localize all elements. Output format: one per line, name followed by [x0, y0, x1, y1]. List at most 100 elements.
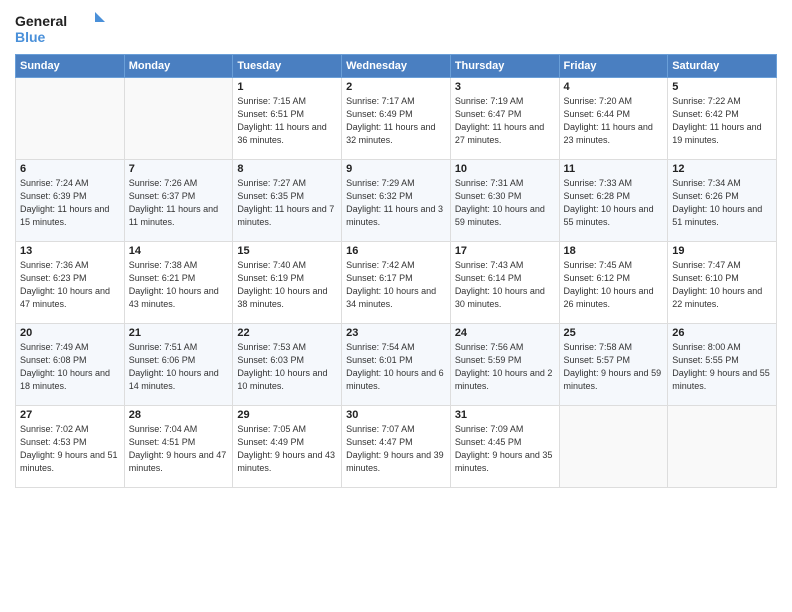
day-cell: 29 Sunrise: 7:05 AMSunset: 4:49 PMDayligh…	[233, 406, 342, 488]
day-number: 19	[672, 245, 772, 257]
day-info: Sunrise: 7:27 AMSunset: 6:35 PMDaylight:…	[237, 177, 337, 229]
day-info: Sunrise: 7:09 AMSunset: 4:45 PMDaylight:…	[455, 423, 555, 475]
day-info: Sunrise: 7:29 AMSunset: 6:32 PMDaylight:…	[346, 177, 446, 229]
day-info: Sunrise: 7:47 AMSunset: 6:10 PMDaylight:…	[672, 259, 772, 311]
day-cell: 8 Sunrise: 7:27 AMSunset: 6:35 PMDaylight…	[233, 160, 342, 242]
day-cell: 23 Sunrise: 7:54 AMSunset: 6:01 PMDayligh…	[342, 324, 451, 406]
day-cell: 1Sunrise: 7:15 AMSunset: 6:51 PMDaylight…	[233, 78, 342, 160]
day-info: Sunrise: 7:49 AMSunset: 6:08 PMDaylight:…	[20, 341, 120, 393]
day-info: Sunrise: 7:58 AMSunset: 5:57 PMDaylight:…	[564, 341, 664, 393]
day-number: 7	[129, 163, 229, 175]
logo-svg: General Blue	[15, 10, 105, 48]
col-header-sunday: Sunday	[16, 55, 125, 78]
day-info: Sunrise: 7:26 AMSunset: 6:37 PMDaylight:…	[129, 177, 229, 229]
day-info: Sunrise: 7:42 AMSunset: 6:17 PMDaylight:…	[346, 259, 446, 311]
col-header-tuesday: Tuesday	[233, 55, 342, 78]
day-info: Sunrise: 7:36 AMSunset: 6:23 PMDaylight:…	[20, 259, 120, 311]
day-number: 22	[237, 327, 337, 339]
day-number: 8	[237, 163, 337, 175]
svg-text:Blue: Blue	[15, 29, 46, 45]
day-cell: 13 Sunrise: 7:36 AMSunset: 6:23 PMDayligh…	[16, 242, 125, 324]
day-cell: 5 Sunrise: 7:22 AMSunset: 6:42 PMDaylight…	[668, 78, 777, 160]
day-cell	[668, 406, 777, 488]
day-cell: 2Sunrise: 7:17 AMSunset: 6:49 PMDaylight…	[342, 78, 451, 160]
col-header-saturday: Saturday	[668, 55, 777, 78]
day-info: Sunrise: 7:24 AMSunset: 6:39 PMDaylight:…	[20, 177, 120, 229]
day-cell: 3Sunrise: 7:19 AMSunset: 6:47 PMDaylight…	[450, 78, 559, 160]
day-cell: 15Sunrise: 7:40 AMSunset: 6:19 PMDayligh…	[233, 242, 342, 324]
day-cell: 14Sunrise: 7:38 AMSunset: 6:21 PMDayligh…	[124, 242, 233, 324]
day-info: Sunrise: 7:45 AMSunset: 6:12 PMDaylight:…	[564, 259, 664, 311]
calendar-page: General Blue SundayMondayTuesdayWednesda…	[0, 0, 792, 612]
calendar-table: SundayMondayTuesdayWednesdayThursdayFrid…	[15, 54, 777, 488]
day-info: Sunrise: 7:15 AMSunset: 6:51 PMDaylight:…	[237, 95, 337, 147]
day-info: Sunrise: 7:07 AMSunset: 4:47 PMDaylight:…	[346, 423, 446, 475]
day-cell: 25 Sunrise: 7:58 AMSunset: 5:57 PMDayligh…	[559, 324, 668, 406]
day-number: 12	[672, 163, 772, 175]
col-header-thursday: Thursday	[450, 55, 559, 78]
day-cell: 27 Sunrise: 7:02 AMSunset: 4:53 PMDayligh…	[16, 406, 125, 488]
week-row-5: 27 Sunrise: 7:02 AMSunset: 4:53 PMDayligh…	[16, 406, 777, 488]
day-info: Sunrise: 7:05 AMSunset: 4:49 PMDaylight:…	[237, 423, 337, 475]
day-info: Sunrise: 7:38 AMSunset: 6:21 PMDaylight:…	[129, 259, 229, 311]
header: General Blue	[15, 10, 777, 48]
day-number: 25	[564, 327, 664, 339]
day-number: 9	[346, 163, 446, 175]
day-cell: 16Sunrise: 7:42 AMSunset: 6:17 PMDayligh…	[342, 242, 451, 324]
week-row-3: 13 Sunrise: 7:36 AMSunset: 6:23 PMDayligh…	[16, 242, 777, 324]
day-number: 24	[455, 327, 555, 339]
day-cell: 26 Sunrise: 8:00 AMSunset: 5:55 PMDayligh…	[668, 324, 777, 406]
day-info: Sunrise: 7:31 AMSunset: 6:30 PMDaylight:…	[455, 177, 555, 229]
day-number: 26	[672, 327, 772, 339]
day-number: 3	[455, 81, 555, 93]
day-cell: 28 Sunrise: 7:04 AMSunset: 4:51 PMDayligh…	[124, 406, 233, 488]
header-row: SundayMondayTuesdayWednesdayThursdayFrid…	[16, 55, 777, 78]
day-cell: 19 Sunrise: 7:47 AMSunset: 6:10 PMDayligh…	[668, 242, 777, 324]
day-number: 18	[564, 245, 664, 257]
day-cell	[559, 406, 668, 488]
day-number: 13	[20, 245, 120, 257]
day-cell: 11 Sunrise: 7:33 AMSunset: 6:28 PMDayligh…	[559, 160, 668, 242]
day-info: Sunrise: 7:20 AMSunset: 6:44 PMDaylight:…	[564, 95, 664, 147]
day-cell: 12 Sunrise: 7:34 AMSunset: 6:26 PMDayligh…	[668, 160, 777, 242]
day-number: 23	[346, 327, 446, 339]
day-cell: 9 Sunrise: 7:29 AMSunset: 6:32 PMDaylight…	[342, 160, 451, 242]
day-cell: 21Sunrise: 7:51 AMSunset: 6:06 PMDayligh…	[124, 324, 233, 406]
day-cell: 4Sunrise: 7:20 AMSunset: 6:44 PMDaylight…	[559, 78, 668, 160]
day-number: 29	[237, 409, 337, 421]
day-number: 28	[129, 409, 229, 421]
day-info: Sunrise: 7:33 AMSunset: 6:28 PMDaylight:…	[564, 177, 664, 229]
day-cell: 31Sunrise: 7:09 AMSunset: 4:45 PMDayligh…	[450, 406, 559, 488]
day-cell: 30 Sunrise: 7:07 AMSunset: 4:47 PMDayligh…	[342, 406, 451, 488]
day-info: Sunrise: 7:54 AMSunset: 6:01 PMDaylight:…	[346, 341, 446, 393]
day-number: 27	[20, 409, 120, 421]
week-row-2: 6 Sunrise: 7:24 AMSunset: 6:39 PMDaylight…	[16, 160, 777, 242]
day-info: Sunrise: 7:51 AMSunset: 6:06 PMDaylight:…	[129, 341, 229, 393]
day-info: Sunrise: 7:22 AMSunset: 6:42 PMDaylight:…	[672, 95, 772, 147]
day-cell: 17Sunrise: 7:43 AMSunset: 6:14 PMDayligh…	[450, 242, 559, 324]
logo: General Blue	[15, 10, 105, 48]
day-number: 30	[346, 409, 446, 421]
day-number: 10	[455, 163, 555, 175]
svg-text:General: General	[15, 13, 67, 29]
day-cell: 24 Sunrise: 7:56 AMSunset: 5:59 PMDayligh…	[450, 324, 559, 406]
week-row-1: 1Sunrise: 7:15 AMSunset: 6:51 PMDaylight…	[16, 78, 777, 160]
col-header-wednesday: Wednesday	[342, 55, 451, 78]
day-cell: 10 Sunrise: 7:31 AMSunset: 6:30 PMDayligh…	[450, 160, 559, 242]
day-cell	[16, 78, 125, 160]
day-number: 6	[20, 163, 120, 175]
day-info: Sunrise: 7:53 AMSunset: 6:03 PMDaylight:…	[237, 341, 337, 393]
day-number: 11	[564, 163, 664, 175]
day-info: Sunrise: 7:56 AMSunset: 5:59 PMDaylight:…	[455, 341, 555, 393]
day-number: 5	[672, 81, 772, 93]
day-info: Sunrise: 7:04 AMSunset: 4:51 PMDaylight:…	[129, 423, 229, 475]
day-cell: 20Sunrise: 7:49 AMSunset: 6:08 PMDayligh…	[16, 324, 125, 406]
day-info: Sunrise: 7:43 AMSunset: 6:14 PMDaylight:…	[455, 259, 555, 311]
day-cell: 7 Sunrise: 7:26 AMSunset: 6:37 PMDaylight…	[124, 160, 233, 242]
day-info: Sunrise: 8:00 AMSunset: 5:55 PMDaylight:…	[672, 341, 772, 393]
day-info: Sunrise: 7:17 AMSunset: 6:49 PMDaylight:…	[346, 95, 446, 147]
col-header-monday: Monday	[124, 55, 233, 78]
day-info: Sunrise: 7:40 AMSunset: 6:19 PMDaylight:…	[237, 259, 337, 311]
day-info: Sunrise: 7:02 AMSunset: 4:53 PMDaylight:…	[20, 423, 120, 475]
day-info: Sunrise: 7:34 AMSunset: 6:26 PMDaylight:…	[672, 177, 772, 229]
